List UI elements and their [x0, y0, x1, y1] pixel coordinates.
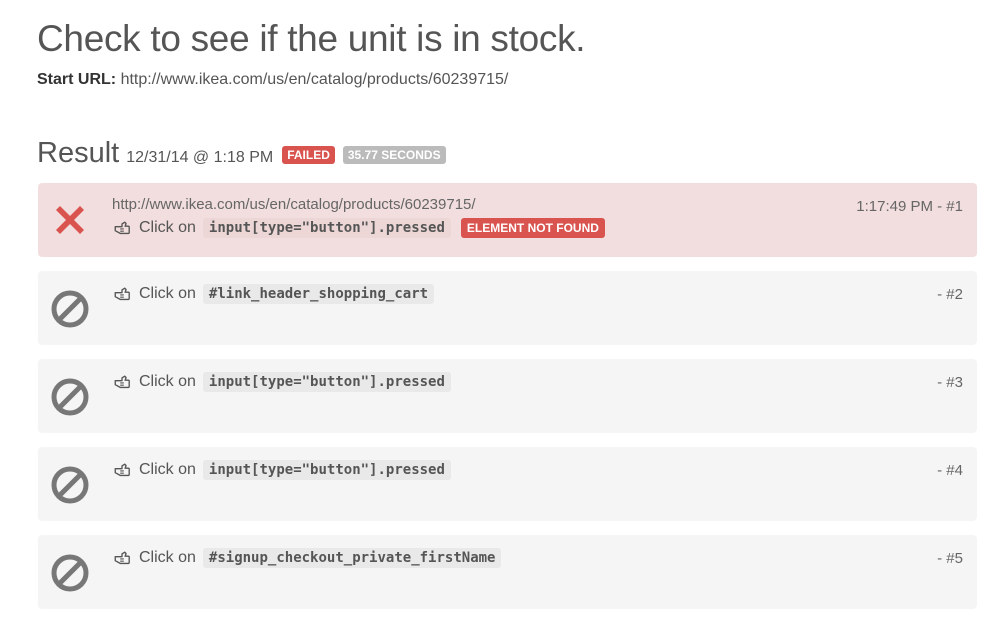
start-url-label: Start URL: — [37, 71, 117, 88]
ban-icon — [51, 290, 89, 328]
status-badge: FAILED — [282, 146, 335, 164]
step-action: Click on input[type="button"].pressed — [112, 460, 965, 480]
step-action: Click on #signup_checkout_private_firstN… — [112, 548, 965, 568]
hand-pointer-icon — [114, 221, 130, 235]
hand-pointer-icon — [114, 463, 130, 477]
start-url: Start URL: http://www.ikea.com/us/en/cat… — [37, 71, 508, 89]
step-action-label: Click on — [139, 373, 196, 390]
step-meta: - #2 — [937, 286, 963, 303]
step-row: Click on #link_header_shopping_cart - #2 — [38, 271, 977, 345]
step-selector: input[type="button"].pressed — [202, 218, 451, 238]
result-header: Result 12/31/14 @ 1:18 PM FAILED 35.77 S… — [37, 137, 446, 170]
step-row: Click on #signup_checkout_private_firstN… — [38, 535, 977, 609]
duration-badge: 35.77 SECONDS — [342, 146, 446, 164]
hand-pointer-icon — [114, 551, 130, 565]
step-selector: #signup_checkout_private_firstName — [202, 548, 502, 568]
ban-icon — [51, 554, 89, 592]
step-selector: #link_header_shopping_cart — [202, 284, 435, 304]
page-title: Check to see if the unit is in stock. — [37, 18, 586, 59]
step-action-label: Click on — [139, 461, 196, 478]
step-list: http://www.ikea.com/us/en/catalog/produc… — [38, 183, 977, 623]
step-meta: 1:17:49 PM - #1 — [856, 198, 963, 215]
step-row: Click on input[type="button"].pressed - … — [38, 447, 977, 521]
ban-icon — [51, 378, 89, 416]
step-action: Click on #link_header_shopping_cart — [112, 284, 965, 304]
step-action-label: Click on — [139, 285, 196, 302]
hand-pointer-icon — [114, 287, 130, 301]
step-row: Click on input[type="button"].pressed - … — [38, 359, 977, 433]
x-icon — [56, 206, 84, 234]
step-meta: - #5 — [937, 550, 963, 567]
step-selector: input[type="button"].pressed — [202, 460, 451, 480]
step-meta: - #3 — [937, 374, 963, 391]
step-meta: - #4 — [937, 462, 963, 479]
result-title: Result — [37, 137, 120, 169]
result-timestamp: 12/31/14 @ 1:18 PM — [126, 149, 274, 166]
step-action: Click on input[type="button"].pressed EL… — [112, 218, 965, 238]
step-selector: input[type="button"].pressed — [202, 372, 451, 392]
step-action: Click on input[type="button"].pressed — [112, 372, 965, 392]
hand-pointer-icon — [114, 375, 130, 389]
step-action-label: Click on — [139, 219, 196, 236]
start-url-value[interactable]: http://www.ikea.com/us/en/catalog/produc… — [121, 71, 509, 88]
error-badge: ELEMENT NOT FOUND — [460, 218, 605, 238]
step-url: http://www.ikea.com/us/en/catalog/produc… — [112, 196, 476, 213]
step-action-label: Click on — [139, 549, 196, 566]
ban-icon — [51, 466, 89, 504]
step-row: http://www.ikea.com/us/en/catalog/produc… — [38, 183, 977, 257]
